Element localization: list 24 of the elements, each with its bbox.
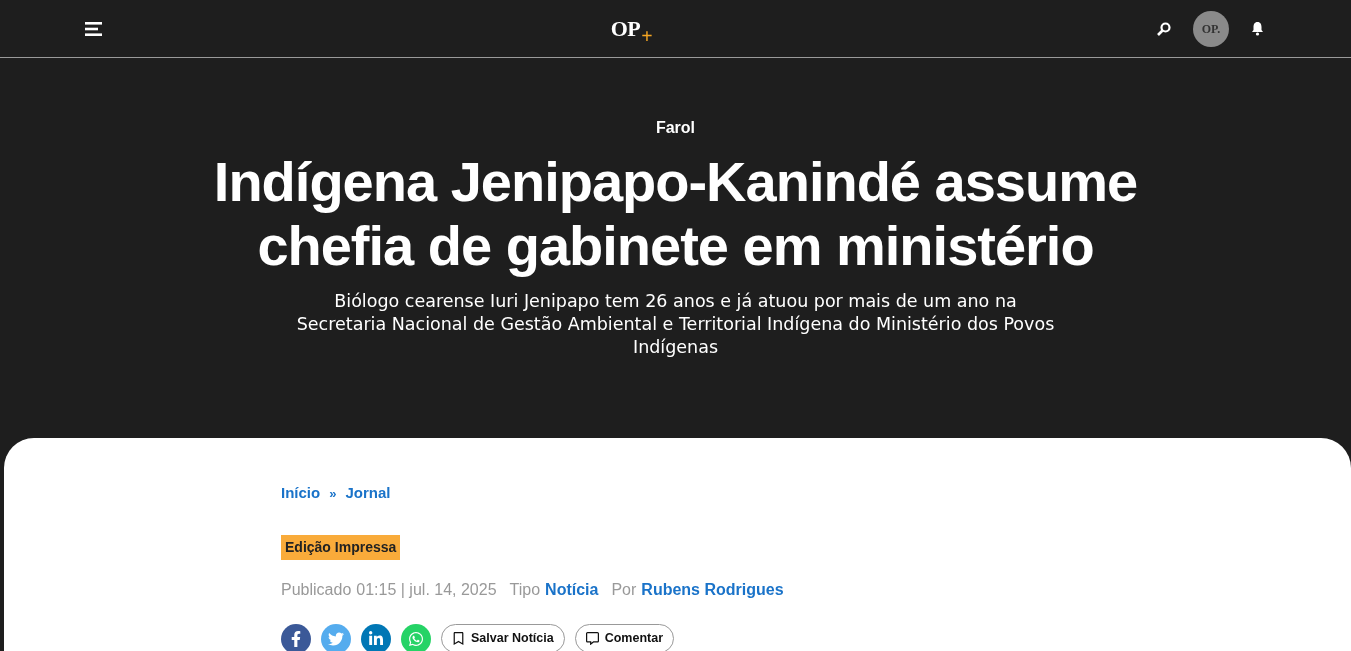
breadcrumb-separator: » <box>329 484 337 503</box>
published-label: Publicado <box>281 579 352 600</box>
whatsapp-icon <box>408 630 424 647</box>
published-date: 01:15 | jul. 14, 2025 <box>356 579 497 600</box>
subtitle: Biólogo cearense Iuri Jenipapo tem 26 anos e já atuou por mais de um ano na Secretaria Nacional de Gestão Ambiental e Territorial Indígena do Ministério dos Povos Indígenas <box>295 290 1056 359</box>
linkedin-icon <box>368 630 384 647</box>
share-button[interactable] <box>281 623 311 651</box>
share-button[interactable] <box>361 623 391 651</box>
author-label: Por <box>611 579 637 600</box>
bell-icon[interactable] <box>1251 21 1264 36</box>
headline: Indígena Jenipapo-Kanindé assume chefia de gabinete em ministério <box>212 150 1139 278</box>
comment-icon <box>585 632 599 645</box>
bookmark-icon <box>452 632 465 645</box>
type-label: Tipo <box>509 579 541 600</box>
category-tag[interactable]: Edição Impressa <box>281 534 401 560</box>
section-label: Farol <box>655 118 696 138</box>
type-link[interactable]: Notícia <box>545 577 599 602</box>
user-avatar[interactable]: OP. <box>1193 10 1229 47</box>
twitter-icon <box>328 630 344 647</box>
author-link[interactable]: Rubens Rodrigues <box>641 577 784 602</box>
search-icon[interactable] <box>1157 21 1171 36</box>
breadcrumb-link[interactable]: Início <box>281 482 321 505</box>
breadcrumb-link[interactable]: Jornal <box>345 482 391 505</box>
menu-icon[interactable] <box>85 21 102 36</box>
